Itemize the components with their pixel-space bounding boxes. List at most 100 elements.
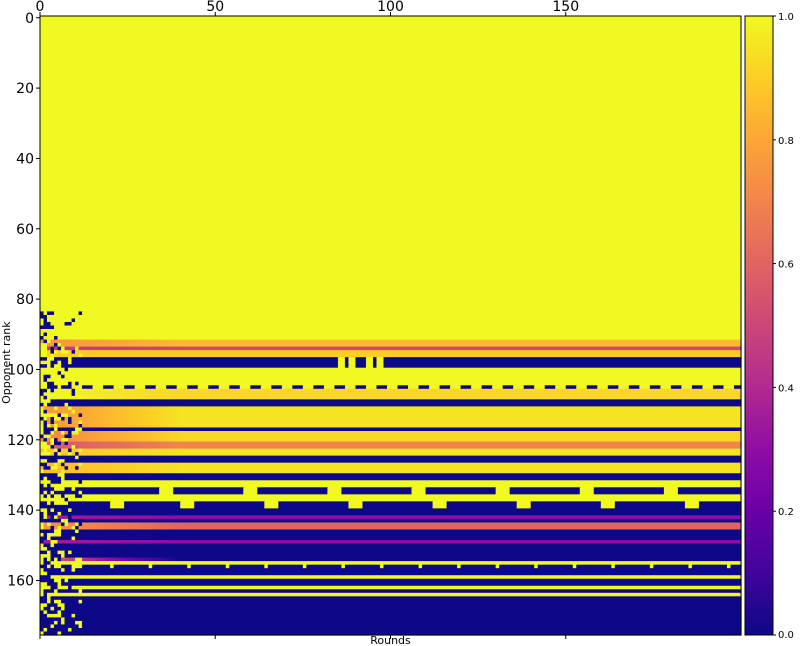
heatmap-cell	[40, 286, 742, 291]
heatmap-cell	[47, 364, 52, 369]
heatmap-cell	[169, 343, 174, 348]
heatmap-cell	[110, 504, 125, 509]
heatmap-cell	[120, 343, 125, 348]
heatmap-cell	[71, 350, 76, 355]
heatmap-cell	[40, 82, 742, 87]
heatmap-cell	[40, 79, 742, 84]
heatmap-cell	[89, 346, 94, 351]
heatmap-cell	[85, 406, 90, 411]
heatmap-cell	[78, 409, 83, 415]
heatmap-cell	[47, 522, 52, 527]
heatmap-cell	[40, 585, 52, 590]
heatmap-cell	[40, 364, 48, 369]
heatmap-cell	[82, 540, 87, 545]
heatmap-cell	[40, 30, 742, 35]
heatmap-cell	[152, 395, 160, 400]
heatmap-cell	[148, 413, 153, 418]
heatmap-cell	[57, 343, 62, 348]
heatmap-cell	[40, 198, 742, 204]
heatmap-cell	[40, 557, 45, 562]
heatmap-cell	[180, 445, 742, 450]
heatmap-cell	[82, 620, 742, 626]
heatmap-cell	[50, 360, 59, 365]
heatmap-cell	[50, 540, 59, 545]
heatmap-cell	[103, 462, 108, 467]
heatmap-cell	[61, 554, 66, 559]
heatmap-cell	[138, 441, 143, 446]
heatmap-cell	[57, 473, 66, 478]
heatmap-cell	[71, 557, 76, 562]
heatmap-cell	[54, 452, 59, 457]
heatmap-cell	[40, 230, 742, 235]
heatmap-cell	[50, 554, 62, 559]
heatmap-cell	[159, 343, 164, 348]
heatmap-cell	[120, 420, 125, 425]
heatmap-cell	[131, 431, 136, 436]
heatmap-cell	[691, 385, 704, 390]
heatmap-cell	[61, 533, 742, 538]
heatmap-cell	[677, 487, 742, 492]
heatmap-cell	[82, 525, 87, 531]
heatmap-cell	[117, 339, 122, 344]
heatmap-cell	[40, 107, 742, 112]
heatmap-cell	[264, 564, 269, 569]
heatmap-cell	[54, 501, 69, 506]
heatmap-cell	[71, 409, 76, 415]
heatmap-cell	[383, 360, 742, 365]
heatmap-cell	[663, 487, 679, 492]
heatmap-cell	[106, 557, 111, 562]
heatmap-cell	[71, 525, 76, 531]
heatmap-cell	[134, 441, 139, 446]
heatmap-cell	[376, 385, 388, 390]
heatmap-cell	[43, 568, 62, 573]
heatmap-cell	[124, 420, 129, 425]
heatmap-cell	[141, 395, 146, 400]
heatmap-cell	[337, 360, 346, 365]
heatmap-cell	[64, 395, 69, 400]
heatmap-cell	[40, 487, 55, 492]
heatmap-cell	[141, 452, 146, 457]
heatmap-cell	[64, 487, 73, 492]
heatmap-cell	[47, 582, 59, 587]
heatmap-cell	[628, 385, 640, 390]
heatmap-cell	[40, 388, 48, 393]
heatmap-cell	[92, 409, 97, 415]
heatmap-cell	[99, 346, 104, 351]
heatmap-cell	[113, 392, 118, 397]
heatmap-cell	[131, 339, 136, 344]
heatmap-cell	[134, 438, 139, 443]
heatmap-cell	[138, 525, 143, 531]
heatmap-cell	[40, 610, 45, 615]
heatmap-cell	[138, 522, 143, 527]
heatmap-cell	[99, 448, 104, 453]
heatmap-cell	[155, 416, 160, 422]
heatmap-cell	[148, 564, 153, 569]
heatmap-cell	[92, 406, 97, 411]
heatmap-cell	[145, 525, 150, 531]
heatmap-cell	[61, 515, 69, 520]
heatmap-cell	[40, 504, 111, 509]
heatmap-cell	[50, 599, 55, 604]
heatmap-cell	[82, 395, 87, 400]
heatmap-cell	[47, 525, 52, 531]
heatmap-cell	[341, 564, 346, 569]
heatmap-cell	[43, 483, 48, 488]
heatmap-cell	[117, 406, 122, 411]
heatmap-cell	[78, 381, 742, 386]
heatmap-cell	[169, 462, 174, 467]
heatmap-cell	[57, 360, 62, 365]
heatmap-cell	[117, 413, 122, 418]
heatmap-cell	[40, 543, 45, 548]
heatmap-cell	[78, 423, 83, 429]
heatmap-cell	[68, 627, 73, 633]
heatmap-cell	[614, 501, 686, 506]
heatmap-cell	[113, 557, 118, 562]
heatmap-cell	[47, 501, 52, 506]
heatmap-cell	[166, 441, 171, 446]
heatmap-cell	[138, 343, 143, 348]
heatmap-cell	[92, 522, 97, 527]
heatmap-cell	[141, 343, 146, 348]
heatmap-cell	[113, 515, 118, 520]
heatmap-cell	[99, 515, 104, 520]
heatmap-cell	[61, 339, 66, 344]
